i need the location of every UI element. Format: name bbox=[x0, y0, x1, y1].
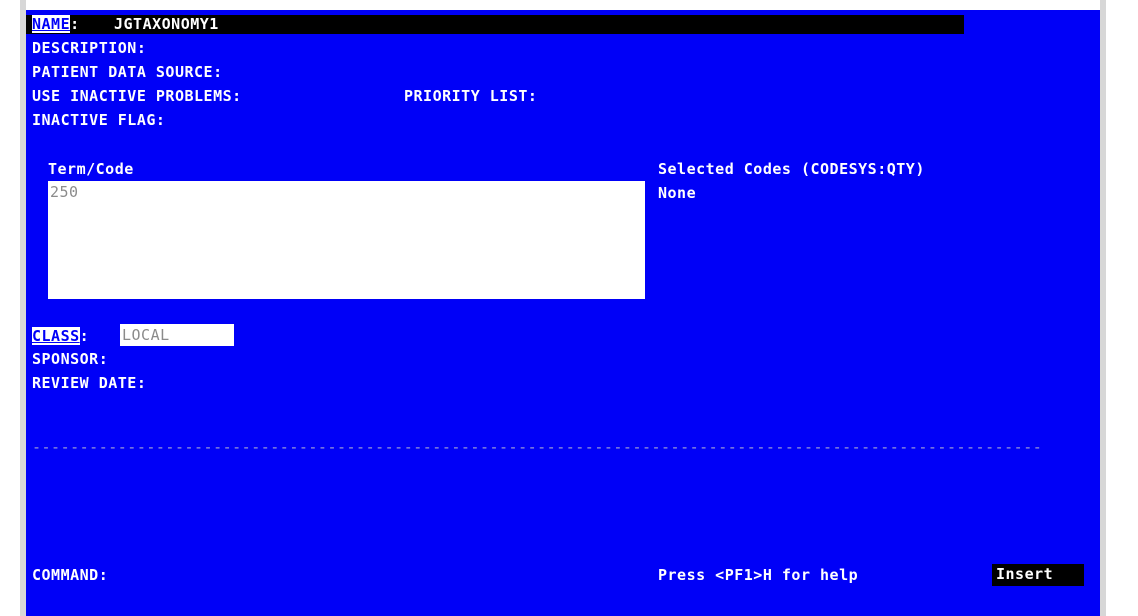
name-input[interactable]: JGTAXONOMY1 bbox=[114, 15, 219, 34]
command-label[interactable]: COMMAND: bbox=[32, 566, 108, 585]
insert-mode-label: Insert bbox=[996, 565, 1054, 583]
priority-list-label[interactable]: PRIORITY LIST: bbox=[404, 87, 537, 106]
separator-line: ----------------------------------------… bbox=[32, 438, 1043, 456]
class-label: CLASS bbox=[32, 327, 80, 345]
inactive-flag-label[interactable]: INACTIVE FLAG: bbox=[32, 111, 165, 130]
selected-codes-label: Selected Codes (CODESYS:QTY) bbox=[658, 160, 925, 178]
class-label-group: CLASS: bbox=[32, 327, 89, 346]
patient-data-source-label[interactable]: PATIENT DATA SOURCE: bbox=[32, 63, 223, 82]
description-label[interactable]: DESCRIPTION: bbox=[32, 39, 146, 58]
term-code-label: Term/Code bbox=[48, 160, 134, 178]
class-value: LOCAL bbox=[122, 326, 170, 344]
sponsor-label[interactable]: SPONSOR: bbox=[32, 350, 108, 369]
terminal-screen: NAME: JGTAXONOMY1 DESCRIPTION: PATIENT D… bbox=[26, 10, 1100, 616]
selected-codes-value: None bbox=[658, 184, 697, 202]
help-hint: Press <PF1>H for help bbox=[658, 566, 859, 584]
term-code-listbox[interactable]: 250 bbox=[48, 181, 645, 299]
term-code-entry[interactable]: 250 bbox=[50, 183, 79, 202]
class-separator: : bbox=[79, 327, 90, 345]
window-right-edge bbox=[1100, 0, 1106, 616]
name-label-group: NAME: bbox=[32, 15, 80, 34]
use-inactive-problems-label[interactable]: USE INACTIVE PROBLEMS: bbox=[32, 87, 242, 106]
name-separator: : bbox=[70, 15, 80, 33]
review-date-label[interactable]: REVIEW DATE: bbox=[32, 374, 146, 393]
class-input[interactable]: LOCAL bbox=[120, 324, 234, 346]
insert-mode-indicator: Insert bbox=[992, 564, 1084, 586]
name-label: NAME bbox=[32, 15, 71, 33]
